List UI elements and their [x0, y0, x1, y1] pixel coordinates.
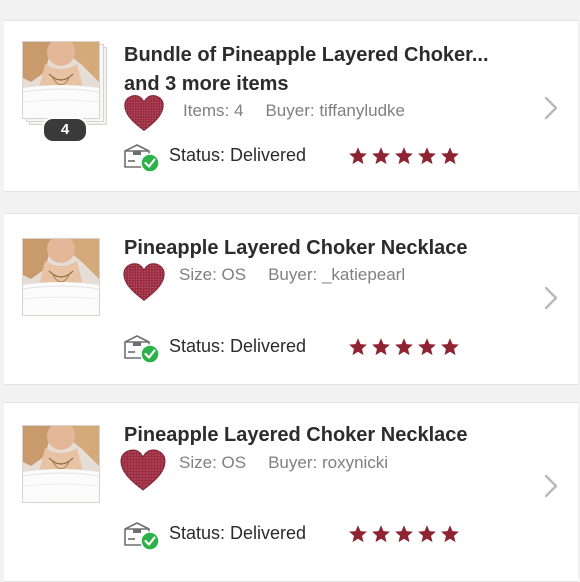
order-row[interactable]: Pineapple Layered Choker Necklace Size: … — [4, 402, 578, 582]
order-title-line: and 3 more items — [124, 73, 289, 95]
buyer-name[interactable]: Buyer: _katiepearl — [268, 265, 405, 284]
size-label: Size: OS — [179, 453, 247, 472]
star-icon — [371, 524, 391, 544]
thumbnail-wrap — [22, 425, 102, 505]
order-title: Pineapple Layered Choker Necklace — [124, 424, 468, 446]
order-title-line: Bundle of Pineapple Layered Choker... — [124, 44, 489, 66]
size-label: Size: OS — [179, 265, 247, 284]
rating-stars — [348, 524, 460, 544]
rating-stars — [348, 146, 460, 166]
status-label: Status: Delivered — [169, 523, 307, 543]
items-count: Items: 4 — [183, 101, 244, 120]
package-delivered-icon — [123, 332, 161, 364]
buyer-name[interactable]: Buyer: tiffanyludke — [265, 101, 405, 120]
sales-order-list: 4 Bundle of Pineapple Layered Choker... … — [0, 0, 580, 582]
chevron-right-icon[interactable] — [544, 474, 558, 498]
status-label: Status: Delivered — [169, 145, 307, 165]
product-thumbnail — [22, 41, 100, 119]
chevron-right-icon[interactable] — [544, 96, 558, 120]
bundle-count-badge: 4 — [42, 117, 88, 143]
star-icon — [394, 337, 414, 357]
star-icon — [348, 524, 368, 544]
package-delivered-icon — [123, 141, 161, 173]
star-icon — [417, 146, 437, 166]
order-meta: Size: OS Buyer: roxynicki — [179, 453, 410, 473]
order-row[interactable]: 4 Bundle of Pineapple Layered Choker... … — [4, 20, 578, 192]
star-icon — [394, 524, 414, 544]
status-label: Status: Delivered — [169, 336, 307, 356]
star-icon — [440, 337, 460, 357]
product-thumbnail — [22, 425, 100, 503]
order-meta: Size: OS Buyer: _katiepearl — [179, 265, 427, 285]
star-icon — [371, 337, 391, 357]
heart-icon[interactable] — [119, 447, 167, 493]
order-meta: Items: 4 Buyer: tiffanyludke — [183, 101, 427, 121]
heart-icon[interactable] — [122, 261, 166, 303]
order-title: Pineapple Layered Choker Necklace — [124, 237, 468, 259]
thumbnail-wrap — [22, 238, 102, 318]
star-icon — [394, 146, 414, 166]
order-row[interactable]: Pineapple Layered Choker Necklace Size: … — [4, 213, 578, 385]
buyer-name[interactable]: Buyer: roxynicki — [268, 453, 388, 472]
heart-icon[interactable] — [123, 93, 165, 133]
star-icon — [440, 146, 460, 166]
star-icon — [348, 337, 368, 357]
chevron-right-icon[interactable] — [544, 286, 558, 310]
star-icon — [417, 337, 437, 357]
bundle-thumbnail: 4 — [22, 41, 107, 143]
package-delivered-icon — [123, 519, 161, 551]
product-thumbnail — [22, 238, 100, 316]
rating-stars — [348, 337, 460, 357]
star-icon — [371, 146, 391, 166]
order-title: Bundle of Pineapple Layered Choker... an… — [124, 41, 524, 99]
star-icon — [417, 524, 437, 544]
star-icon — [440, 524, 460, 544]
star-icon — [348, 146, 368, 166]
